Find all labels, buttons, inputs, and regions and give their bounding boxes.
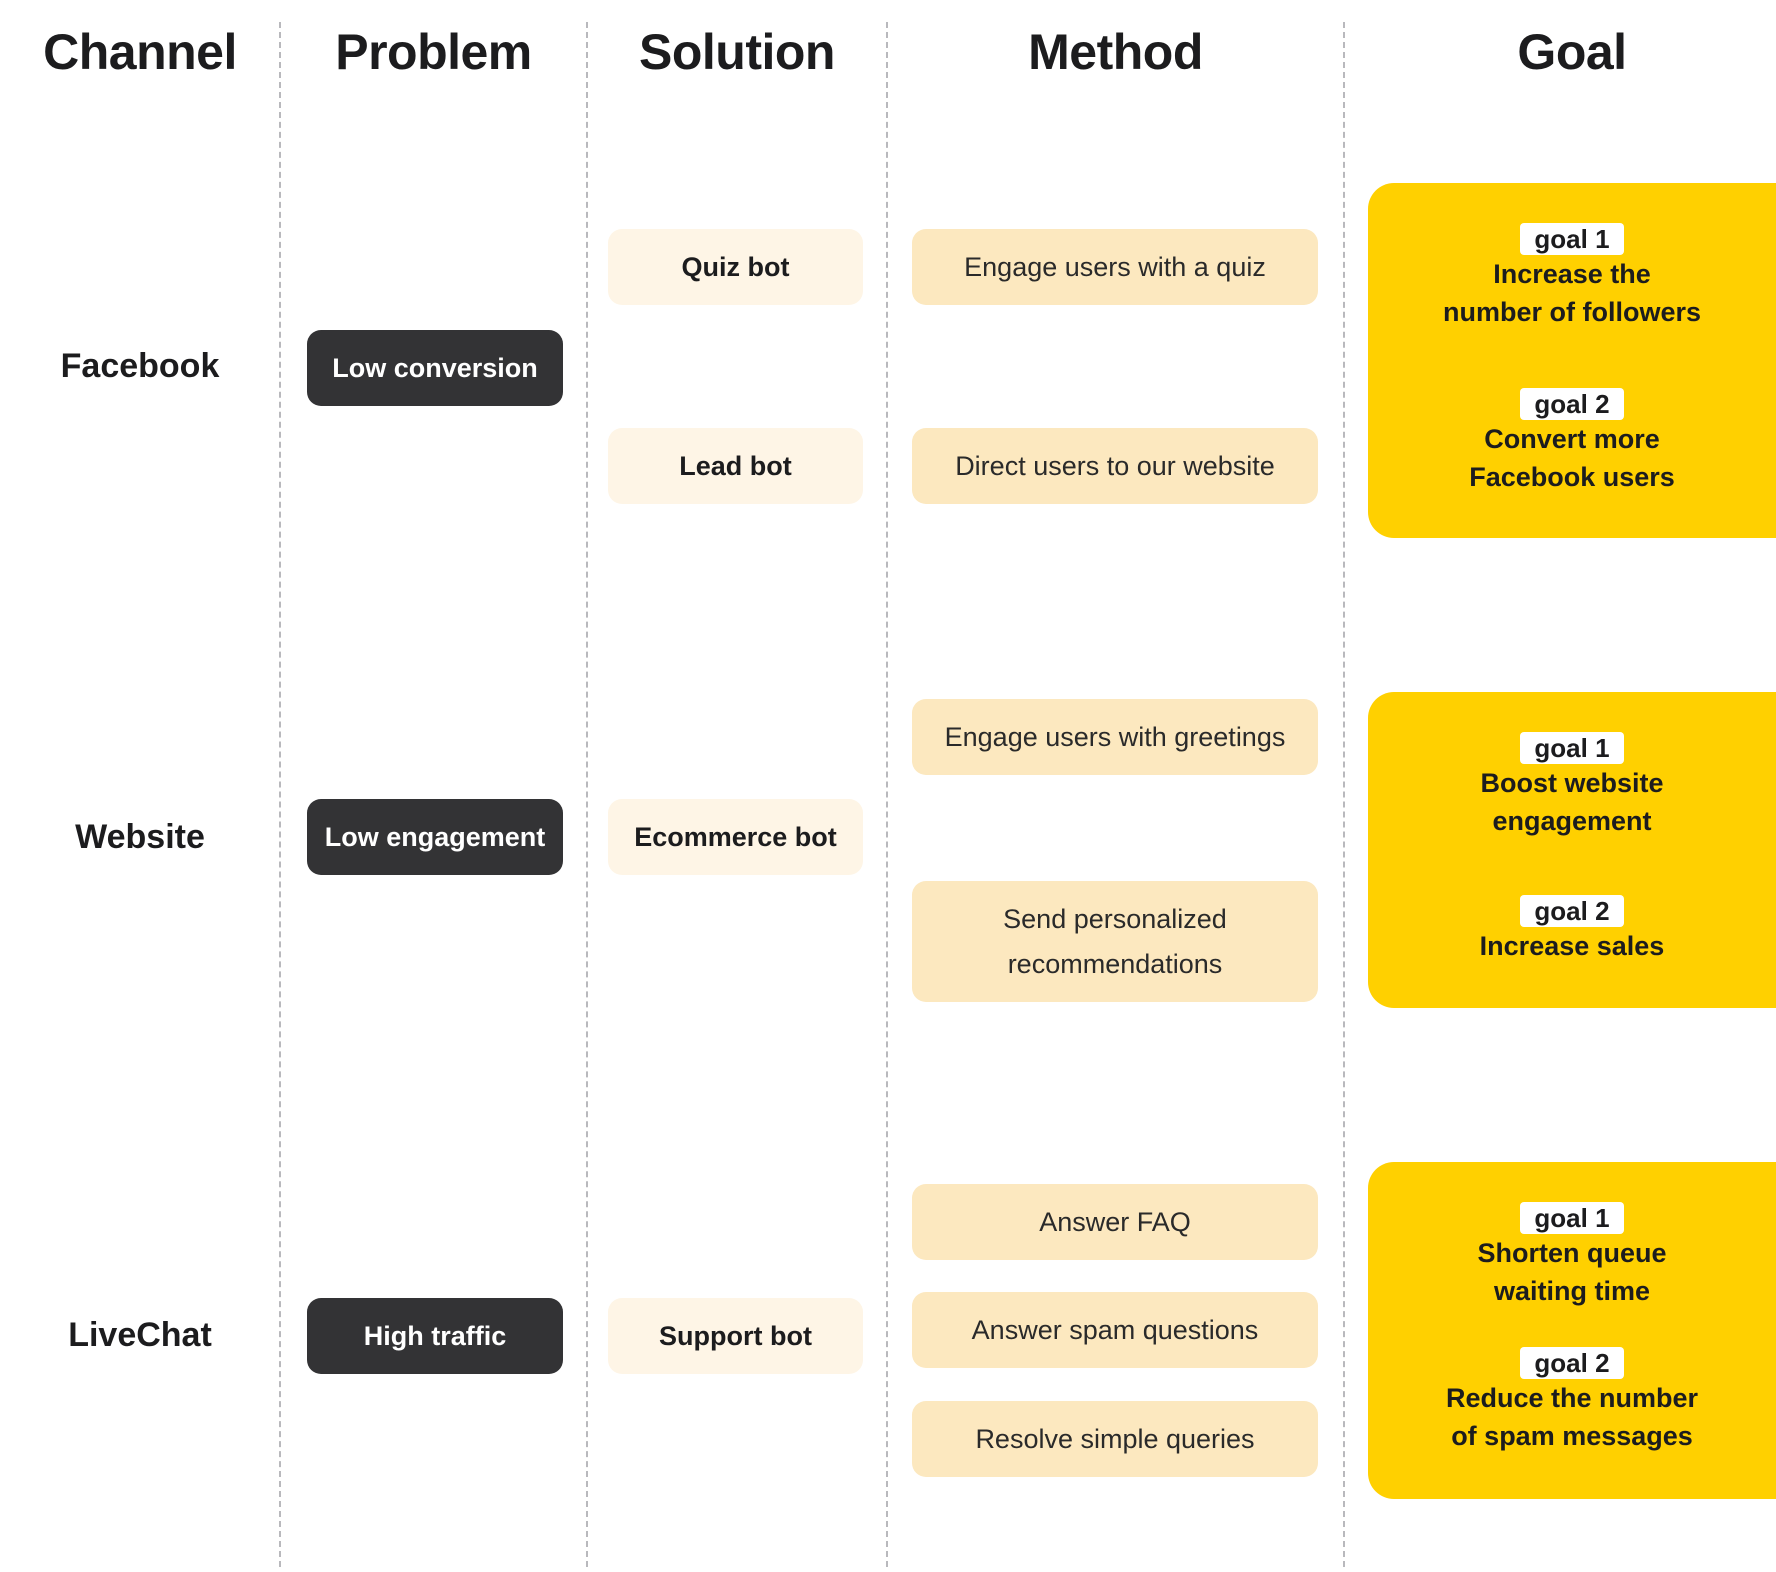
goal-item: goal 1 Boost website engagement	[1368, 732, 1776, 840]
column-divider	[586, 22, 588, 1567]
method-label: Answer FAQ	[1039, 1206, 1191, 1237]
method-label: Engage users with a quiz	[964, 251, 1266, 282]
problem-box: High traffic	[307, 1298, 563, 1374]
goal-text: Facebook users	[1469, 462, 1675, 492]
goal-item: goal 1 Shorten queue waiting time	[1368, 1202, 1776, 1310]
goal-tag: goal 2	[1520, 388, 1624, 420]
solution-label: Ecommerce bot	[634, 821, 837, 852]
problem-label: High traffic	[363, 1320, 507, 1351]
method-box: Resolve simple queries	[912, 1401, 1318, 1477]
goal-item: goal 2 Reduce the number of spam message…	[1368, 1347, 1776, 1455]
problem-label: Low engagement	[324, 821, 546, 852]
goal-text: Convert more	[1484, 424, 1660, 454]
channel-facebook: Facebook	[60, 347, 220, 385]
column-divider	[886, 22, 888, 1567]
header-method: Method	[1028, 24, 1203, 80]
solution-label: Quiz bot	[681, 251, 790, 282]
problem-box: Low engagement	[307, 799, 563, 875]
header-channel: Channel	[43, 24, 237, 80]
goal-text: waiting time	[1493, 1276, 1650, 1306]
method-box: Engage users with a quiz	[912, 229, 1318, 305]
method-label: Answer spam questions	[971, 1314, 1259, 1345]
solution-box: Quiz bot	[608, 229, 863, 305]
method-box: Answer spam questions	[912, 1292, 1318, 1368]
problem-label: Low conversion	[332, 352, 538, 383]
goal-item: goal 1 Increase the number of followers	[1368, 223, 1776, 331]
method-box: Send personalized recommendations	[912, 881, 1318, 1002]
goal-text: Increase the	[1493, 259, 1651, 289]
method-box: Direct users to our website	[912, 428, 1318, 504]
header-problem: Problem	[335, 24, 532, 80]
method-label: Send personalized recommendations	[1003, 903, 1227, 979]
solution-label: Support bot	[659, 1320, 812, 1351]
goal-card: goal 1 Shorten queue waiting time goal 2…	[1368, 1162, 1776, 1499]
goal-card: goal 1 Increase the number of followers …	[1368, 183, 1776, 538]
goal-text: Increase sales	[1479, 931, 1665, 961]
goal-text: Reduce the number	[1445, 1383, 1699, 1413]
solution-box: Support bot	[608, 1298, 863, 1374]
method-label: Direct users to our website	[955, 450, 1275, 481]
goal-tag: goal 1	[1520, 223, 1624, 255]
header-solution: Solution	[639, 24, 835, 80]
goal-tag: goal 1	[1520, 732, 1624, 764]
goal-text: of spam messages	[1451, 1421, 1693, 1451]
solution-box: Lead bot	[608, 428, 863, 504]
method-label: Engage users with greetings	[944, 721, 1286, 752]
method-label: Resolve simple queries	[975, 1423, 1255, 1454]
solution-label: Lead bot	[679, 450, 792, 481]
goal-text: Shorten queue	[1477, 1238, 1667, 1268]
channel-website: Website	[75, 818, 205, 856]
solution-box: Ecommerce bot	[608, 799, 863, 875]
goal-text: Boost website	[1480, 768, 1664, 798]
goal-card: goal 1 Boost website engagement goal 2 I…	[1368, 692, 1776, 1008]
header-goal: Goal	[1517, 24, 1627, 80]
goal-text: number of followers	[1442, 297, 1702, 327]
goal-item: goal 2 Increase sales	[1368, 895, 1776, 965]
goal-tag: goal 2	[1520, 1347, 1624, 1379]
channel-livechat: LiveChat	[68, 1316, 212, 1354]
method-box: Answer FAQ	[912, 1184, 1318, 1260]
goal-tag: goal 1	[1520, 1202, 1624, 1234]
column-divider	[1343, 22, 1345, 1567]
goal-tag: goal 2	[1520, 895, 1624, 927]
goal-text: engagement	[1492, 806, 1652, 836]
goal-item: goal 2 Convert more Facebook users	[1368, 388, 1776, 496]
method-box: Engage users with greetings	[912, 699, 1318, 775]
problem-box: Low conversion	[307, 330, 563, 406]
